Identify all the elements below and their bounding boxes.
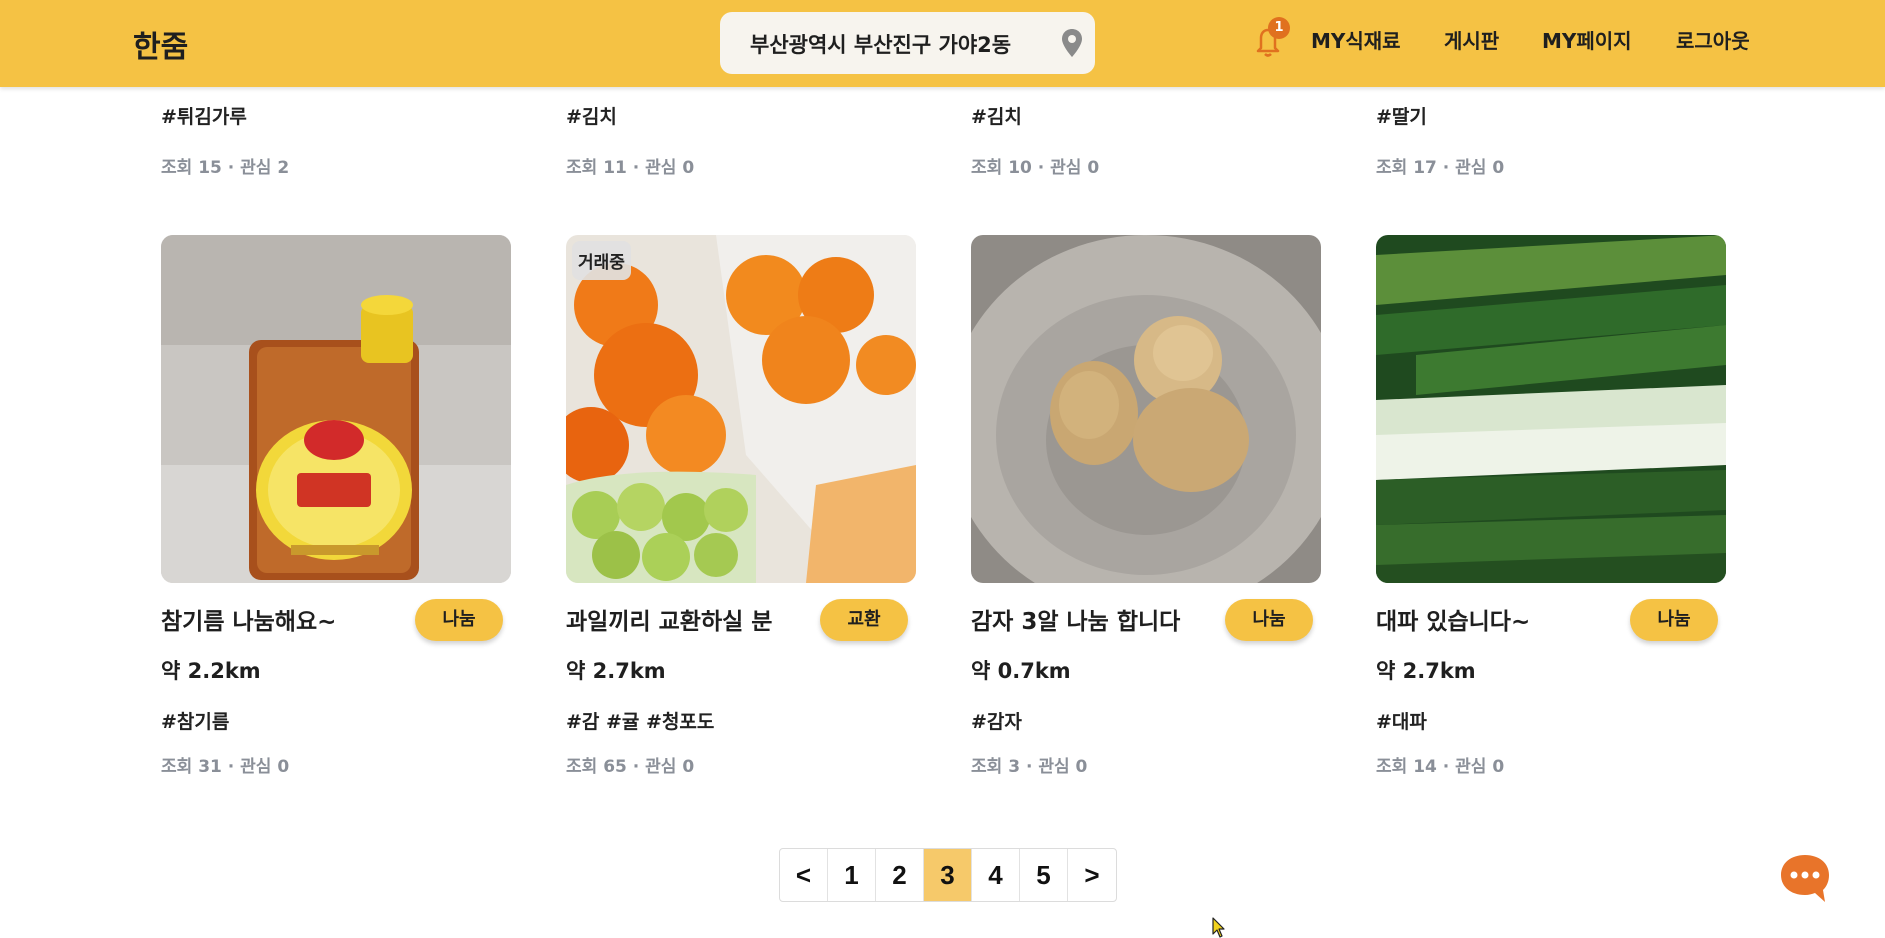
trade-type-badge[interactable]: 교환 <box>820 599 908 641</box>
trade-type-badge[interactable]: 나눔 <box>415 599 503 641</box>
mouse-cursor-icon <box>1212 917 1225 938</box>
status-badge: 거래중 <box>572 241 631 280</box>
card-meta: 조회 15 · 관심 2 <box>161 158 290 178</box>
post-distance: 약 0.7km <box>971 659 1071 683</box>
prev-page-button[interactable]: < <box>780 849 828 901</box>
notification-count-badge: 1 <box>1268 17 1290 39</box>
card-meta: 조회 11 · 관심 0 <box>566 158 695 178</box>
card-tags: #튀김가루 <box>161 106 247 128</box>
post-meta: 조회 31 · 관심 0 <box>161 757 290 777</box>
post-tags: #감자 <box>971 711 1022 733</box>
post-tags: #감 #귤 #청포도 <box>566 711 715 733</box>
post-card[interactable]: 참기름 나눔해요~ 나눔 약 2.2km #참기름 조회 31 · 관심 0 <box>161 235 511 777</box>
page-button[interactable]: 1 <box>828 849 876 901</box>
post-image-sesame-oil[interactable] <box>161 235 511 583</box>
nav-my-ingredients[interactable]: MY식재료 <box>1311 25 1401 54</box>
post-card[interactable]: 거래중 과일끼리 교환하실 분 교환 약 2.7km #감 #귤 #청포도 조회… <box>566 235 916 777</box>
post-title[interactable]: 참기름 나눔해요~ <box>161 602 393 636</box>
post-title[interactable]: 감자 3알 나눔 합니다 <box>971 602 1203 636</box>
trade-type-badge[interactable]: 나눔 <box>1225 599 1313 641</box>
map-pin-icon <box>1062 29 1082 57</box>
post-distance: 약 2.7km <box>566 659 666 683</box>
page-button[interactable]: 2 <box>876 849 924 901</box>
nav-board[interactable]: 게시판 <box>1444 25 1499 54</box>
post-title[interactable]: 대파 있습니다~ <box>1376 602 1608 636</box>
post-distance: 약 2.7km <box>1376 659 1476 683</box>
trade-type-badge[interactable]: 나눔 <box>1630 599 1718 641</box>
post-card[interactable]: 대파 있습니다~ 나눔 약 2.7km #대파 조회 14 · 관심 0 <box>1376 235 1726 777</box>
post-distance: 약 2.2km <box>161 659 261 683</box>
nav-logout[interactable]: 로그아웃 <box>1676 25 1750 54</box>
card-meta: 조회 10 · 관심 0 <box>971 158 1100 178</box>
card-meta: 조회 17 · 관심 0 <box>1376 158 1505 178</box>
fruits-photo <box>566 235 916 583</box>
post-image-fruits[interactable]: 거래중 <box>566 235 916 583</box>
page-button[interactable]: 5 <box>1020 849 1068 901</box>
pagination: < 1 2 3 4 5 > <box>779 848 1117 902</box>
notification-button[interactable]: 1 <box>1248 17 1290 60</box>
post-card[interactable]: 감자 3알 나눔 합니다 나눔 약 0.7km #감자 조회 3 · 관심 0 <box>971 235 1321 777</box>
sesame-oil-photo <box>161 235 511 583</box>
post-meta: 조회 65 · 관심 0 <box>566 757 695 777</box>
location-text: 부산광역시 부산진구 가야2동 <box>750 33 1012 57</box>
post-tags: #대파 <box>1376 711 1427 733</box>
post-grid-area: #튀김가루 조회 15 · 관심 2 #김치 조회 11 · 관심 0 #김치 … <box>0 0 1885 938</box>
card-tags: #딸기 <box>1376 106 1427 128</box>
location-selector[interactable]: 부산광역시 부산진구 가야2동 <box>720 12 1095 74</box>
nav-my-page[interactable]: MY페이지 <box>1542 25 1632 54</box>
post-image-green-onions[interactable] <box>1376 235 1726 583</box>
card-tags: #김치 <box>566 106 617 128</box>
post-meta: 조회 3 · 관심 0 <box>971 757 1088 777</box>
card-tags: #김치 <box>971 106 1022 128</box>
top-header: 한줌 부산광역시 부산진구 가야2동 1 MY식재료 게시판 MY페이지 로그아… <box>0 0 1885 87</box>
logo[interactable]: 한줌 <box>133 22 188 66</box>
page-button[interactable]: 4 <box>972 849 1020 901</box>
post-tags: #참기름 <box>161 711 230 733</box>
page-button-current[interactable]: 3 <box>924 849 972 901</box>
potatoes-photo <box>971 235 1321 583</box>
chat-bubble-icon[interactable] <box>1779 853 1831 905</box>
post-image-potatoes[interactable] <box>971 235 1321 583</box>
next-page-button[interactable]: > <box>1068 849 1116 901</box>
post-meta: 조회 14 · 관심 0 <box>1376 757 1505 777</box>
post-title[interactable]: 과일끼리 교환하실 분 <box>566 602 798 636</box>
green-onions-photo <box>1376 235 1726 583</box>
